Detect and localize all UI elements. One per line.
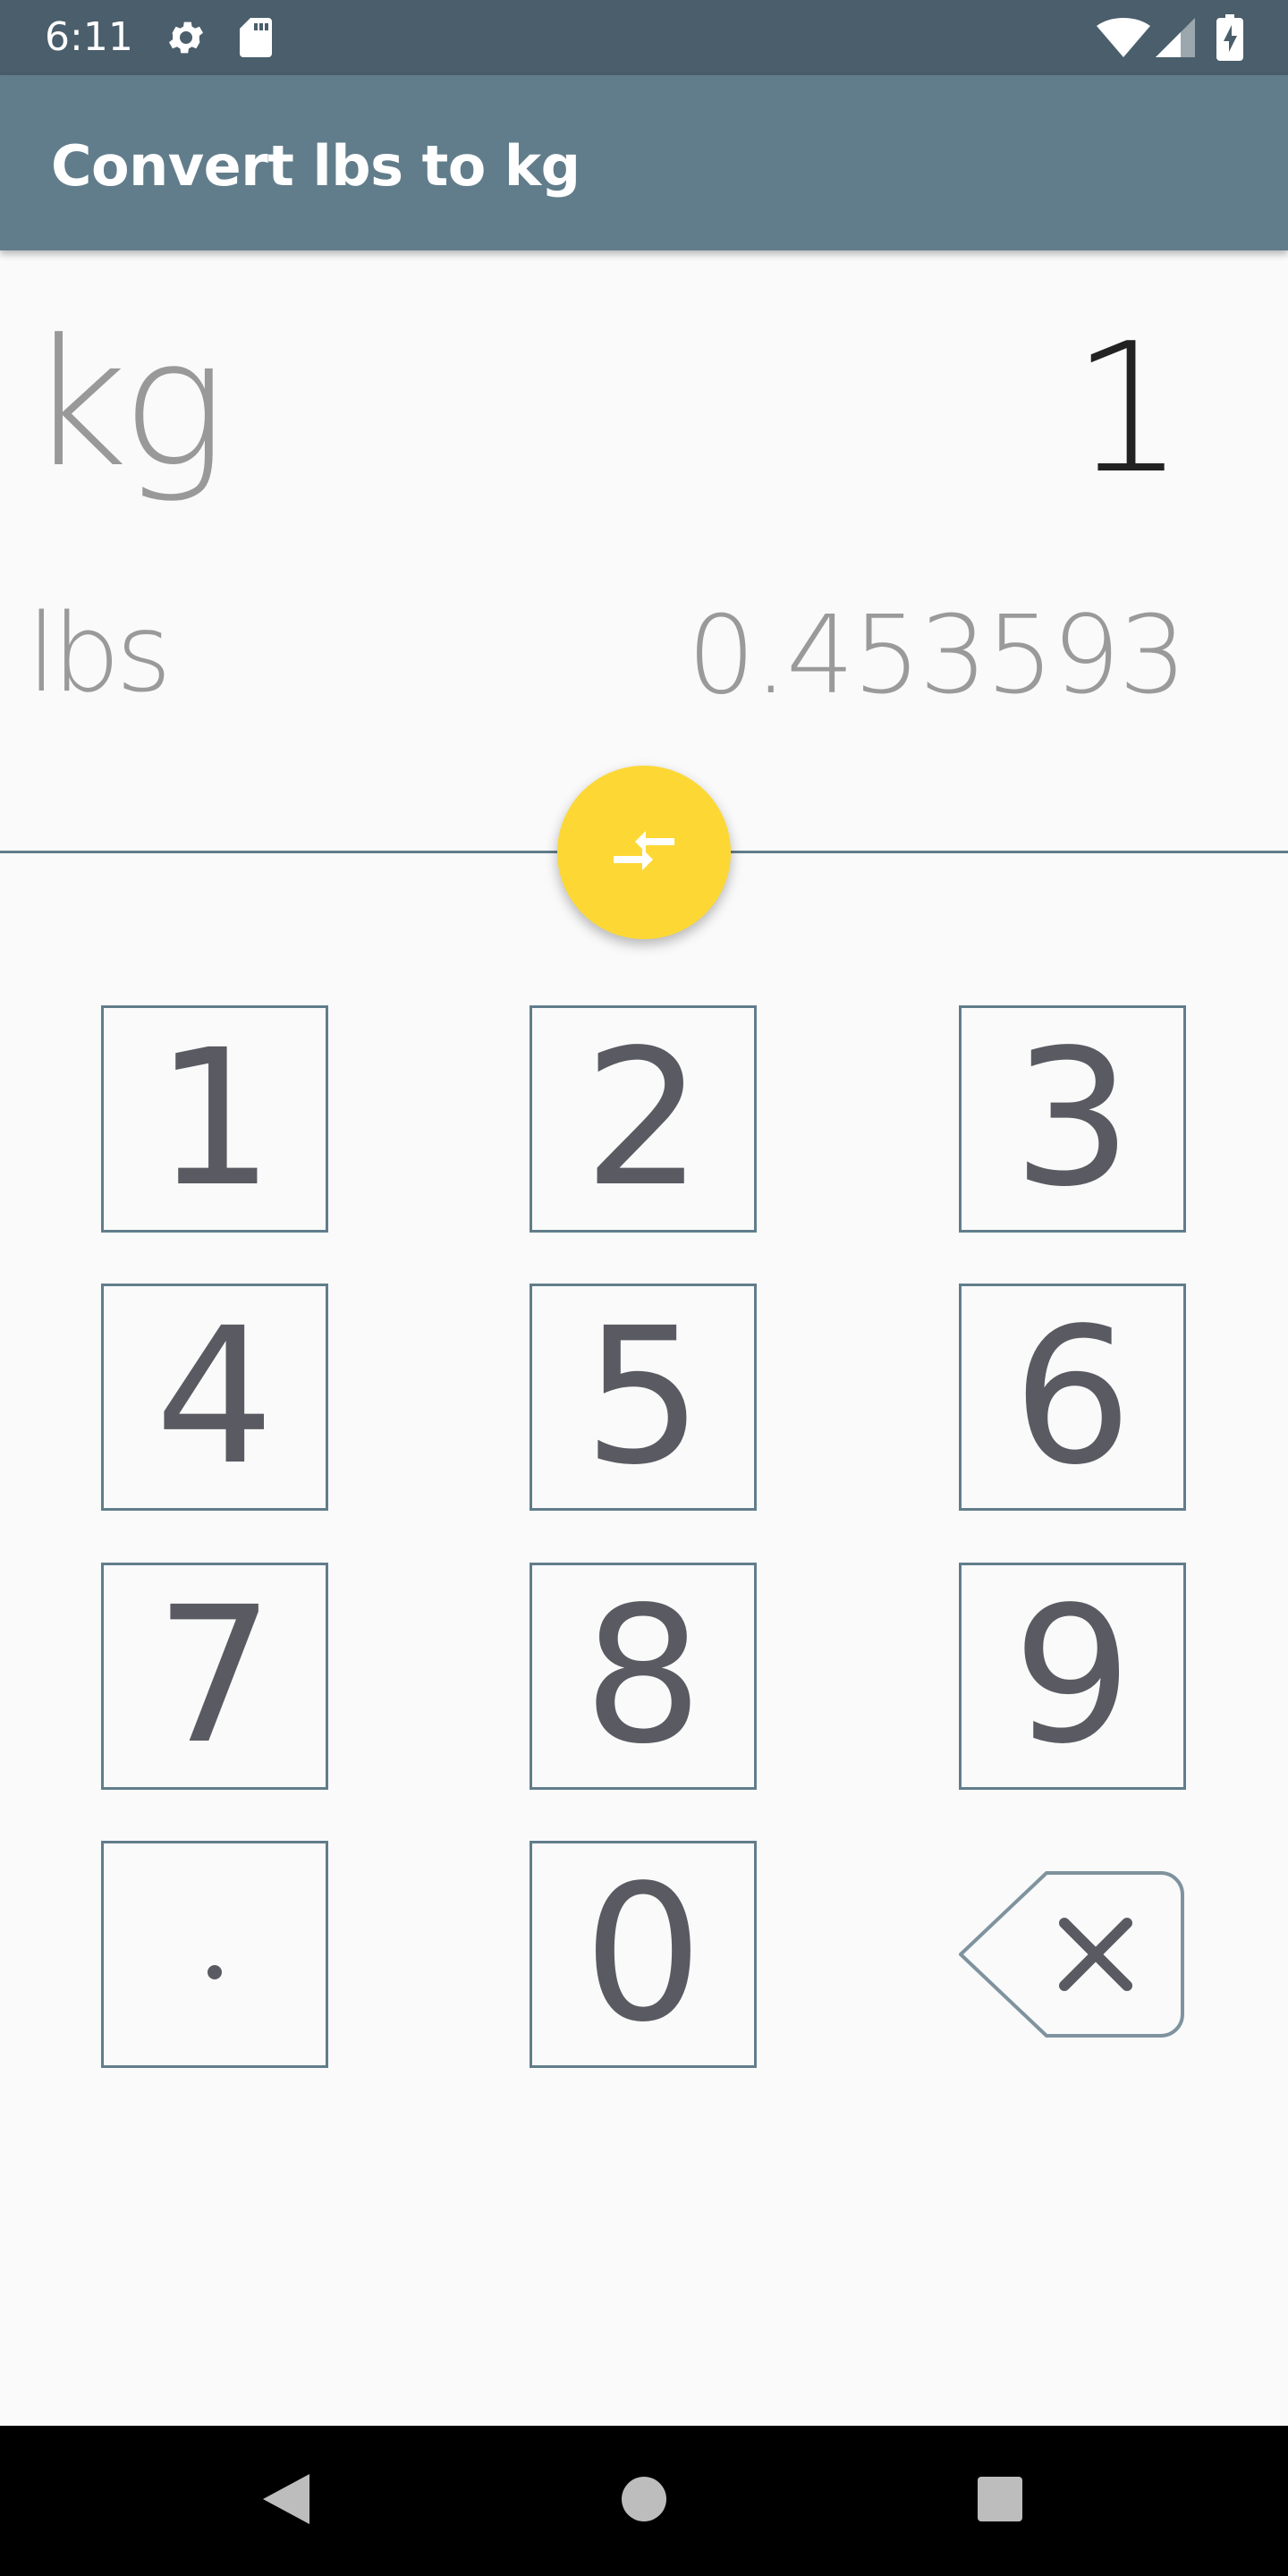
swap-arrows-icon — [610, 826, 678, 880]
status-bar: 6:11 — [0, 0, 1288, 75]
home-icon — [620, 2475, 668, 2528]
nav-recents-button[interactable] — [955, 2426, 1045, 2576]
cell-signal-icon — [1156, 18, 1195, 62]
secondary-unit-label: lbs — [27, 592, 172, 716]
key-3[interactable]: 3 — [959, 1005, 1186, 1233]
app-bar: Convert lbs to kg — [0, 75, 1288, 250]
key-4[interactable]: 4 — [101, 1284, 328, 1511]
key-6[interactable]: 6 — [959, 1284, 1186, 1511]
secondary-value: 0.453593 — [687, 594, 1187, 718]
sd-card-icon — [238, 16, 274, 64]
decimal-label: . — [215, 1954, 216, 1955]
primary-value: 1 — [1071, 305, 1185, 513]
key-decimal[interactable]: . — [101, 1841, 328, 2068]
key-9[interactable]: 9 — [959, 1563, 1186, 1790]
recents-icon — [976, 2475, 1024, 2528]
navigation-bar — [0, 2426, 1288, 2576]
key-1[interactable]: 1 — [101, 1005, 328, 1233]
key-7[interactable]: 7 — [101, 1563, 328, 1790]
backspace-button[interactable] — [955, 1869, 1190, 2039]
back-icon — [259, 2470, 313, 2532]
primary-unit-label: kg — [27, 302, 226, 506]
swap-units-button[interactable] — [557, 766, 731, 939]
settings-icon — [165, 16, 208, 64]
key-2[interactable]: 2 — [530, 1005, 757, 1233]
wifi-icon — [1097, 18, 1150, 62]
status-time: 6:11 — [45, 14, 133, 60]
key-0[interactable]: 0 — [530, 1841, 757, 2068]
key-8[interactable]: 8 — [530, 1563, 757, 1790]
backspace-icon — [955, 1871, 1190, 2043]
key-5[interactable]: 5 — [530, 1284, 757, 1511]
nav-back-button[interactable] — [242, 2426, 331, 2576]
decimal-glyph — [208, 1965, 222, 1979]
nav-home-button[interactable] — [599, 2426, 689, 2576]
page-title: Convert lbs to kg — [51, 133, 580, 199]
battery-charging-icon — [1216, 14, 1243, 65]
